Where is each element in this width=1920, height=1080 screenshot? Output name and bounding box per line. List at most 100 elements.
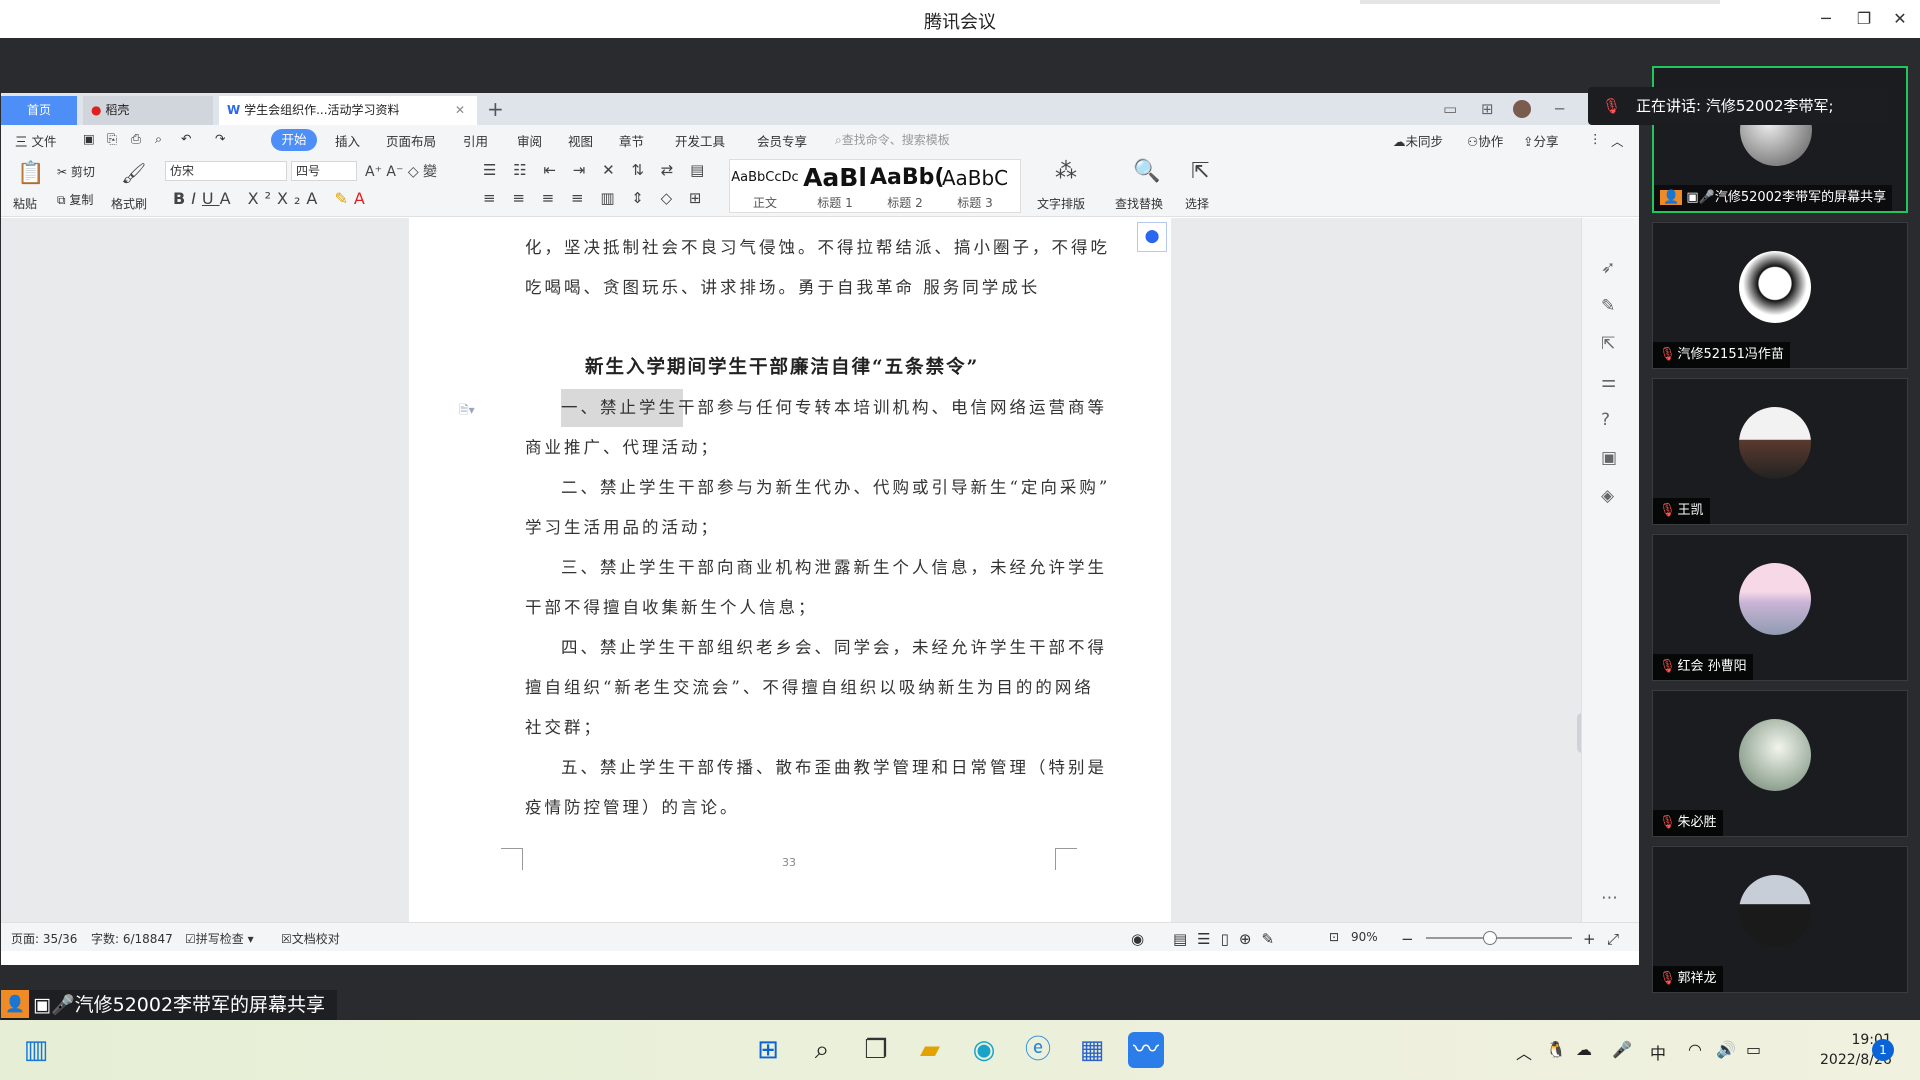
layout-icon[interactable]: ▭ — [1443, 100, 1457, 118]
wifi-icon[interactable]: ◠ — [1688, 1040, 1702, 1059]
view-mode-icons[interactable]: ▤☰▯⊕✎ — [1173, 930, 1284, 948]
tab-document[interactable]: W 学生会组织作...活动学习资料 ✕ — [219, 96, 477, 125]
cursor-icon[interactable]: ⇱ — [1191, 159, 1209, 184]
edge-icon[interactable]: ◉ — [966, 1032, 1002, 1068]
zoom-level[interactable]: 90% — [1351, 930, 1378, 944]
menu-review[interactable]: 审阅 — [517, 131, 542, 150]
grow-font-icon[interactable]: A⁺ A⁻ ◇ 變 — [365, 161, 437, 181]
find-icon[interactable]: 🔍 — [1133, 159, 1160, 184]
close-button[interactable]: ✕ — [1884, 6, 1916, 32]
mic-icon[interactable]: 🎤 — [1612, 1040, 1632, 1059]
location-pin-icon[interactable]: ⬤ — [1137, 222, 1167, 252]
document-page[interactable]: 化，坚决抵制社会不良习气侵蚀。不得拉帮结派、搞小圈子，不得吃 吃喝喝、贪图玩乐、… — [409, 218, 1171, 922]
zoom-in-icon[interactable]: + — [1583, 930, 1596, 948]
style-normal[interactable]: AaBbCcDc 正文 — [730, 162, 800, 211]
align-icons[interactable]: ≡ ≡ ≡ ≡ ▥ ⇕ ◇ ⊞ — [483, 189, 708, 207]
participant-tile[interactable]: 🎙 汽修52151冯作苗 — [1652, 222, 1908, 369]
style-heading1[interactable]: AaBl 标题 1 — [800, 162, 870, 211]
collapse-ribbon-icon[interactable]: ︿ — [1611, 131, 1624, 150]
preview-icon[interactable]: ⌕ — [155, 131, 162, 147]
eye-icon[interactable]: ◉ — [1131, 930, 1144, 948]
zoom-slider-thumb[interactable] — [1483, 931, 1497, 945]
menu-file[interactable]: 三 文件 — [15, 131, 56, 150]
select-button[interactable]: 选择 — [1185, 195, 1209, 212]
paragraph-handle-icon[interactable]: 🗎▾ — [459, 401, 475, 422]
export-icon[interactable]: ⎘ — [107, 131, 117, 147]
participant-tile[interactable]: 🎙 郭祥龙 — [1652, 846, 1908, 993]
search-icon[interactable]: ⌕ — [804, 1032, 840, 1068]
text-layout-button[interactable]: 文字排版 — [1037, 195, 1085, 212]
doc-proof[interactable]: ☒文档校对 — [281, 930, 340, 947]
participant-tile[interactable]: 🎙 王凯 — [1652, 378, 1908, 525]
wps-minimize-icon[interactable]: ─ — [1555, 100, 1564, 118]
format-painter-button[interactable]: 格式刷 — [111, 195, 147, 212]
sync-status[interactable]: ☁未同步 — [1393, 131, 1443, 150]
menu-chapter[interactable]: 章节 — [619, 131, 644, 150]
volume-icon[interactable]: 🔊 — [1716, 1040, 1736, 1059]
file-explorer-icon[interactable]: ▰ — [912, 1032, 948, 1068]
battery-icon[interactable]: ▭ — [1746, 1040, 1761, 1059]
notification-badge[interactable]: 1 — [1872, 1039, 1894, 1061]
store-icon[interactable]: ▦ — [1074, 1032, 1110, 1068]
compass-icon[interactable]: ◈ — [1601, 486, 1614, 506]
zoom-out-icon[interactable]: − — [1401, 930, 1414, 948]
more-icon[interactable]: ⋮ — [1589, 131, 1602, 146]
tencent-meeting-icon[interactable]: 〰 — [1128, 1032, 1164, 1068]
image-tool-icon[interactable]: ▣ — [1601, 448, 1617, 468]
tab-home[interactable]: 首页 — [1, 96, 77, 125]
text-layout-icon[interactable]: ⁂ — [1055, 159, 1077, 184]
more-tools-icon[interactable]: ⋯ — [1601, 888, 1618, 908]
tab-draft[interactable]: ● 稻壳 — [83, 96, 213, 125]
fit-icon[interactable]: ⊡ — [1329, 930, 1339, 944]
style-heading3[interactable]: AaBbC 标题 3 — [940, 162, 1010, 211]
participant-tile[interactable]: 🎙 红会 孙曹阳 — [1652, 534, 1908, 681]
menu-developer[interactable]: 开发工具 — [675, 131, 725, 150]
sliders-icon[interactable]: ⚌ — [1601, 372, 1616, 392]
undo-icon[interactable]: ↶ — [181, 131, 191, 146]
menu-view[interactable]: 视图 — [568, 131, 593, 150]
paste-icon[interactable]: 📋 — [17, 161, 44, 186]
menu-layout[interactable]: 页面布局 — [386, 131, 436, 150]
qq-icon[interactable]: 🐧 — [1546, 1040, 1566, 1059]
font-family-select[interactable]: 仿宋 — [165, 161, 287, 181]
menu-references[interactable]: 引用 — [463, 131, 488, 150]
tab-close-icon[interactable]: ✕ — [455, 96, 465, 125]
zoom-slider[interactable] — [1426, 937, 1572, 939]
tray-expand-icon[interactable]: ︿ — [1516, 1040, 1532, 1064]
redo-icon[interactable]: ↷ — [215, 131, 225, 146]
new-tab-button[interactable]: + — [487, 97, 504, 121]
minimize-button[interactable]: ─ — [1810, 6, 1842, 32]
paste-button[interactable]: 粘贴 — [13, 195, 37, 212]
help-icon[interactable]: ? — [1601, 410, 1610, 430]
fullscreen-icon[interactable]: ⤢ — [1607, 930, 1619, 948]
collab-button[interactable]: ⚇协作 — [1467, 131, 1503, 150]
pen-icon[interactable]: ✎ — [1601, 296, 1615, 316]
spell-check[interactable]: ☑拼写检查 ▾ — [185, 930, 254, 947]
style-heading2[interactable]: AaBb(标题 2 — [870, 162, 944, 211]
restore-button[interactable]: ❐ — [1848, 6, 1880, 32]
font-size-select[interactable]: 四号 — [291, 161, 357, 181]
ime-indicator[interactable]: 中 — [1650, 1040, 1666, 1064]
font-style-icons[interactable]: BIUA X²X₂A ✎A — [173, 189, 371, 208]
book-icon[interactable]: ▥ — [18, 1032, 54, 1068]
command-search[interactable]: ⌕查找命令、搜索模板 — [835, 131, 950, 148]
save-icon[interactable]: ▣ — [83, 131, 95, 146]
list-icons[interactable]: ☰ ☷ ⇤ ⇥ ✕ ⇅ ⇄ ▤ — [483, 161, 710, 179]
menu-insert[interactable]: 插入 — [335, 131, 360, 150]
participant-tile[interactable]: 🎙 朱必胜 — [1652, 690, 1908, 837]
task-view-icon[interactable]: ❐ — [858, 1032, 894, 1068]
copy-button[interactable]: ⧉ 复制 — [57, 191, 93, 208]
rocket-icon[interactable]: ➶ — [1601, 258, 1615, 278]
format-painter-icon[interactable]: 🖌 — [121, 161, 146, 185]
cloud-icon[interactable]: ☁ — [1576, 1040, 1592, 1059]
pointer-icon[interactable]: ⇱ — [1601, 334, 1615, 354]
find-replace-button[interactable]: 查找替换 — [1115, 195, 1163, 212]
browser-icon[interactable]: ⓔ — [1020, 1032, 1056, 1068]
share-button[interactable]: ⇪分享 — [1523, 131, 1559, 150]
grid-icon[interactable]: ⊞ — [1481, 100, 1494, 118]
print-icon[interactable]: ⎙ — [131, 131, 141, 147]
menu-member[interactable]: 会员专享 — [757, 131, 807, 150]
page-count[interactable]: 页面: 35/36 — [11, 930, 77, 947]
user-avatar[interactable] — [1513, 100, 1531, 118]
word-count[interactable]: 字数: 6/18847 — [91, 930, 173, 947]
